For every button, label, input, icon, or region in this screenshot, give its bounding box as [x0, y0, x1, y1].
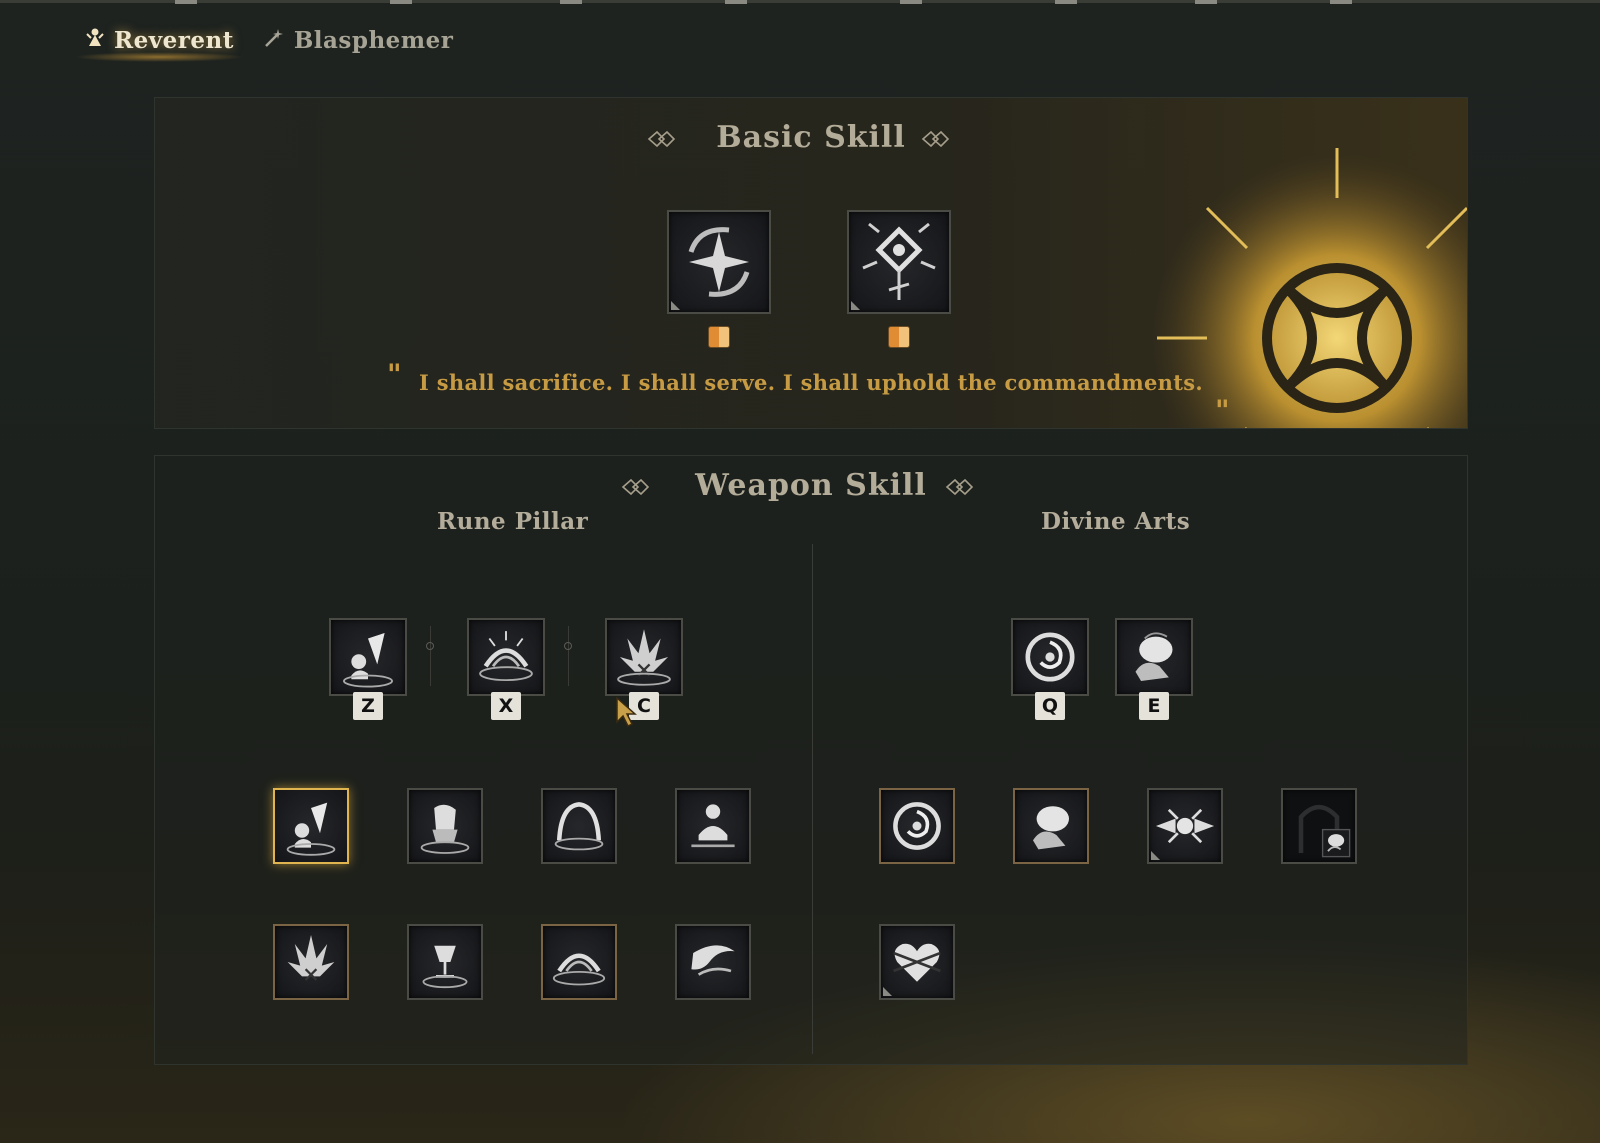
pillar-burst-icon	[617, 629, 671, 686]
divine-arts-title: Divine Arts	[1041, 508, 1191, 535]
divine-arts-skill-2[interactable]	[1013, 788, 1089, 864]
basic-skill-quote: I shall sacrifice. I shall serve. I shal…	[419, 370, 1203, 395]
pillar-strike-icon	[343, 632, 393, 688]
reverent-icon	[84, 26, 106, 54]
divine-arts-skill-1[interactable]	[879, 788, 955, 864]
rune-pillar-skill-2[interactable]	[407, 788, 483, 864]
divine-arts-slot-q[interactable]	[1011, 618, 1089, 696]
pillar-burst-icon	[287, 935, 335, 981]
weapon-skill-panel: Weapon Skill Rune Pillar Divine Arts Z X…	[154, 455, 1468, 1065]
keybind-e: E	[1139, 692, 1169, 720]
ornament-right-icon	[945, 478, 974, 496]
vortex-icon	[893, 802, 941, 850]
connector-node	[426, 642, 434, 650]
rune-pillar-title: Rune Pillar	[437, 508, 589, 535]
divine-hand-icon	[1135, 632, 1173, 682]
basic-skill-title: Basic Skill	[716, 120, 906, 155]
rune-pillar-slot-c[interactable]	[605, 618, 683, 696]
pillar-slash-icon	[691, 945, 735, 976]
rune-pillar-skill-6[interactable]	[407, 924, 483, 1000]
tab-reverent[interactable]: Reverent	[74, 26, 244, 62]
pillar-dome-icon	[479, 631, 533, 682]
locked-arch-icon	[1298, 804, 1351, 858]
tab-blasphemer-label: Blasphemer	[293, 26, 454, 54]
basic-skill-1-book-icon[interactable]	[708, 326, 730, 348]
keybind-q: Q	[1035, 692, 1065, 720]
swirl-star-icon	[688, 227, 750, 297]
divine-arts-skill-5[interactable]	[879, 924, 955, 1000]
basic-skill-slot-2[interactable]	[847, 210, 951, 314]
class-tabs: Reverent Blasphemer	[74, 26, 454, 62]
pillar-chalice-icon	[422, 945, 468, 989]
divine-arts-skill-3[interactable]	[1147, 788, 1223, 864]
rune-pillar-skill-4[interactable]	[675, 788, 751, 864]
connector-node	[564, 642, 572, 650]
ornament-right-icon	[921, 130, 950, 148]
basic-skill-slot-1[interactable]	[667, 210, 771, 314]
keybind-x: X	[491, 692, 521, 720]
divine-hand-icon	[1033, 806, 1069, 850]
tab-reverent-label: Reverent	[114, 26, 234, 54]
ornament-left-icon	[621, 478, 650, 496]
rune-pillar-skill-5[interactable]	[273, 924, 349, 1000]
mouse-cursor-icon	[616, 696, 637, 728]
pillar-shell-icon	[554, 802, 604, 851]
top-strip	[0, 0, 1600, 4]
basic-skill-2-book-icon[interactable]	[888, 326, 910, 348]
divine-arts-skill-4[interactable]	[1281, 788, 1357, 864]
divine-arts-slot-e[interactable]	[1115, 618, 1193, 696]
keybind-z: Z	[353, 692, 383, 720]
vortex-icon	[1025, 632, 1075, 682]
rune-pillar-skill-3[interactable]	[541, 788, 617, 864]
rune-pillar-slot-x[interactable]	[467, 618, 545, 696]
pillar-figure-icon	[691, 804, 735, 848]
rune-pillar-skill-1[interactable]	[273, 788, 349, 864]
rune-pillar-skill-8[interactable]	[675, 924, 751, 1000]
pillar-dome-icon	[552, 953, 606, 986]
ornament-left-icon	[647, 130, 676, 148]
pillar-fist-icon	[420, 804, 470, 854]
tab-blasphemer[interactable]: Blasphemer	[264, 26, 454, 54]
blasphemer-icon	[264, 26, 286, 54]
quote-close-mark: "	[1215, 394, 1230, 427]
basic-skill-panel: Basic Skill " I shall sacrifice. I shall…	[154, 97, 1468, 429]
weapon-skill-title: Weapon Skill	[695, 468, 927, 503]
column-divider	[812, 544, 813, 1054]
rune-pillar-slot-z[interactable]	[329, 618, 407, 696]
thorn-sigil-icon	[862, 222, 936, 300]
pillar-strike-icon	[286, 802, 336, 856]
rune-pillar-skill-7[interactable]	[541, 924, 617, 1000]
